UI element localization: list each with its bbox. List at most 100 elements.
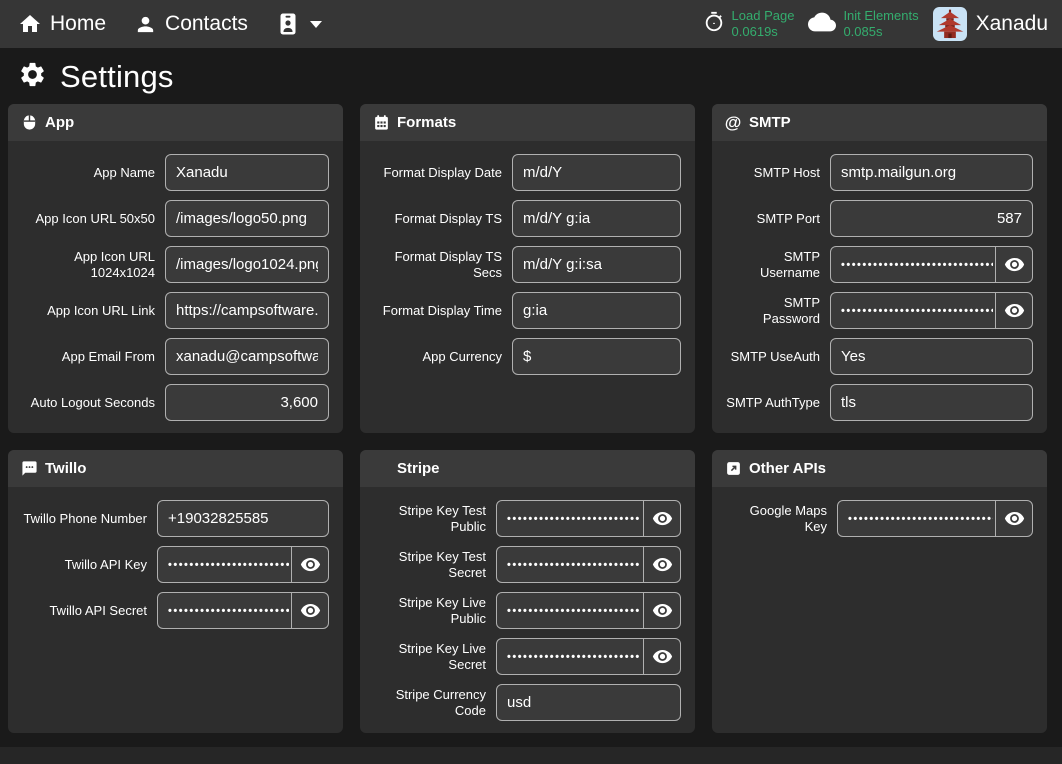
field-row: SMTP Host: [726, 154, 1033, 191]
eye-toggle-button[interactable]: [995, 501, 1032, 536]
nav-contacts[interactable]: Contacts: [134, 12, 248, 36]
panel-title: Stripe: [397, 460, 440, 477]
top-navbar: Home Contacts: [0, 0, 1062, 48]
load-page-metric: Load Page 0.0619s: [703, 8, 795, 39]
stripe-currency-code-input[interactable]: [497, 685, 680, 720]
field-row: App Email From: [22, 338, 329, 375]
stripe-icon-placeholder: [372, 460, 390, 478]
init-elements-value: 0.085s: [843, 24, 918, 40]
panel-title: SMTP: [749, 114, 791, 131]
field-row: Format Display Time: [374, 292, 681, 329]
app-brand-name: Xanadu: [976, 12, 1048, 36]
input-group: [165, 338, 329, 375]
input-group: [496, 592, 681, 629]
nav-user-menu[interactable]: [276, 11, 322, 37]
eye-toggle-button[interactable]: [291, 593, 328, 628]
app-currency-input[interactable]: [513, 339, 680, 374]
eye-toggle-button[interactable]: [995, 247, 1032, 282]
input-group: [496, 638, 681, 675]
eye-toggle-button[interactable]: [643, 593, 680, 628]
field-row: SMTP UseAuth: [726, 338, 1033, 375]
input-group: [830, 338, 1033, 375]
eye-toggle-button[interactable]: [643, 501, 680, 536]
stripe-key-live-secret-input[interactable]: [497, 639, 643, 674]
field-row: Stripe Currency Code: [374, 684, 681, 721]
format-display-ts-input[interactable]: [513, 201, 680, 236]
format-display-date-input[interactable]: [513, 155, 680, 190]
input-group: [512, 338, 681, 375]
field-row: Format Display TS: [374, 200, 681, 237]
smtp-port-label: SMTP Port: [726, 211, 820, 227]
field-row: Stripe Key Live Secret: [374, 638, 681, 675]
smtp-useauth-input[interactable]: [831, 339, 1032, 374]
bottom-strip: [0, 747, 1062, 764]
app-name-input[interactable]: [166, 155, 328, 190]
google-maps-key-input[interactable]: [838, 501, 995, 536]
load-page-value: 0.0619s: [732, 24, 795, 40]
smtp-host-input[interactable]: [831, 155, 1032, 190]
field-row: App Icon URL Link: [22, 292, 329, 329]
format-display-time-input[interactable]: [513, 293, 680, 328]
smtp-host-label: SMTP Host: [726, 165, 820, 181]
google-maps-key-label: Google Maps Key: [726, 503, 827, 534]
app-name-label: App Name: [22, 165, 155, 181]
input-group: [830, 246, 1033, 283]
field-row: App Name: [22, 154, 329, 191]
input-group: [496, 684, 681, 721]
app-icon-url-50x50-input[interactable]: [166, 201, 328, 236]
eye-toggle-button[interactable]: [643, 547, 680, 582]
format-display-ts-secs-input[interactable]: [513, 247, 680, 282]
external-link-icon: [724, 460, 742, 478]
field-row: Twillo API Key: [22, 546, 329, 583]
panel-smtp: @ SMTP SMTP HostSMTP PortSMTP UsernameSM…: [712, 104, 1047, 433]
smtp-password-input[interactable]: [831, 293, 995, 328]
format-display-time-label: Format Display Time: [374, 303, 502, 319]
eye-toggle-button[interactable]: [643, 639, 680, 674]
smtp-password-label: SMTP Password: [726, 295, 820, 326]
eye-toggle-button[interactable]: [995, 293, 1032, 328]
panel-other-apis: Other APIs Google Maps Key: [712, 450, 1047, 733]
pagoda-logo-icon: [933, 7, 967, 41]
format-display-ts-secs-label: Format Display TS Secs: [374, 249, 502, 280]
input-group: [512, 246, 681, 283]
smtp-username-input[interactable]: [831, 247, 995, 282]
panel-title: Other APIs: [749, 460, 826, 477]
field-row: Twillo Phone Number: [22, 500, 329, 537]
panel-stripe-header: Stripe: [360, 450, 695, 487]
nav-home[interactable]: Home: [18, 12, 106, 36]
init-elements-metric: Init Elements 0.085s: [808, 8, 918, 41]
field-row: Auto Logout Seconds: [22, 384, 329, 421]
chevron-down-icon: [310, 21, 322, 28]
twillo-api-secret-input[interactable]: [158, 593, 291, 628]
panel-app-header: App: [8, 104, 343, 141]
auto-logout-seconds-label: Auto Logout Seconds: [22, 395, 155, 411]
twillo-api-key-input[interactable]: [158, 547, 291, 582]
panel-app: App App NameApp Icon URL 50x50App Icon U…: [8, 104, 343, 433]
field-row: Stripe Key Test Secret: [374, 546, 681, 583]
input-group: [157, 500, 329, 537]
eye-toggle-button[interactable]: [291, 547, 328, 582]
twillo-phone-number-input[interactable]: [158, 501, 328, 536]
page-header: Settings: [0, 48, 1062, 103]
panel-twillo: Twillo Twillo Phone NumberTwillo API Key…: [8, 450, 343, 733]
input-group: [165, 384, 329, 421]
home-icon: [18, 12, 42, 36]
input-group: [830, 384, 1033, 421]
stripe-key-live-public-input[interactable]: [497, 593, 643, 628]
app-email-from-input[interactable]: [166, 339, 328, 374]
stripe-key-test-secret-input[interactable]: [497, 547, 643, 582]
stripe-key-test-public-label: Stripe Key Test Public: [374, 503, 486, 534]
smtp-authtype-input[interactable]: [831, 385, 1032, 420]
id-badge-icon: [276, 11, 300, 37]
smtp-port-input[interactable]: [831, 201, 1032, 236]
field-row: Twillo API Secret: [22, 592, 329, 629]
app-brand[interactable]: Xanadu: [933, 7, 1048, 41]
input-group: [165, 154, 329, 191]
input-group: [830, 200, 1033, 237]
stripe-key-test-secret-label: Stripe Key Test Secret: [374, 549, 486, 580]
auto-logout-seconds-input[interactable]: [166, 385, 328, 420]
field-row: Stripe Key Live Public: [374, 592, 681, 629]
app-icon-url-link-input[interactable]: [166, 293, 328, 328]
stripe-key-test-public-input[interactable]: [497, 501, 643, 536]
app-icon-url-1024x1024-input[interactable]: [166, 247, 328, 282]
